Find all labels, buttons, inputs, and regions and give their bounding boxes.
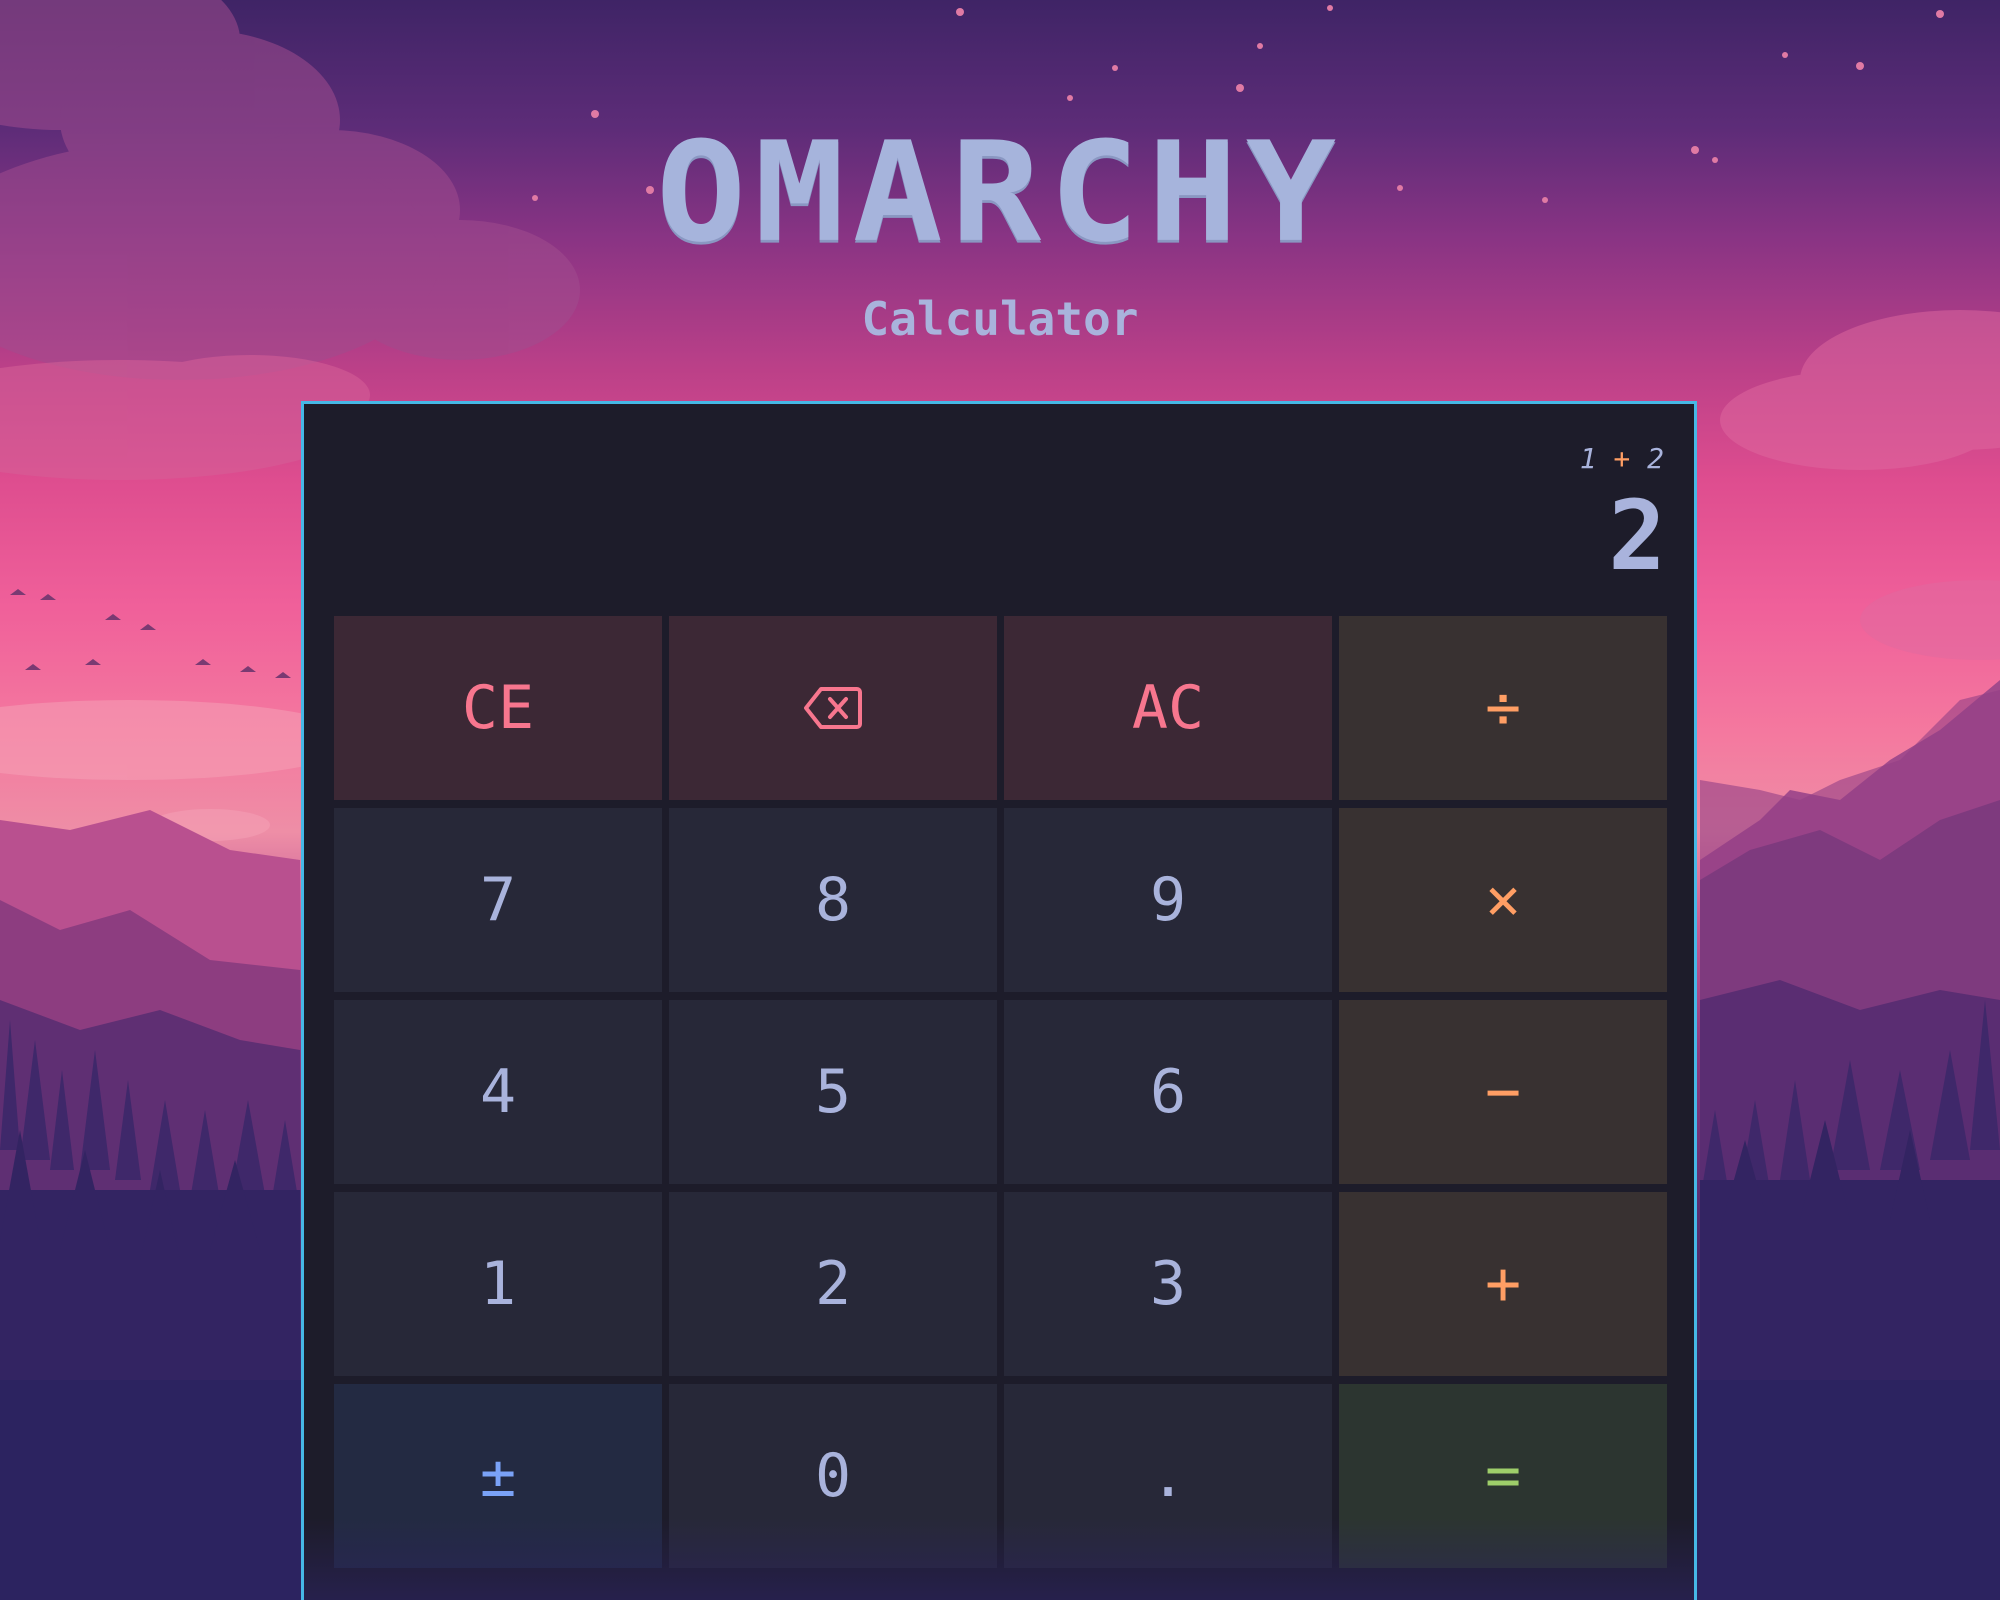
all-clear-button[interactable]: AC	[1004, 616, 1332, 800]
expression-right-operand: 2	[1647, 442, 1664, 475]
key-label: 8	[814, 865, 852, 935]
clear-entry-button[interactable]: CE	[334, 616, 662, 800]
calculator-display: 1 + 2 2	[304, 404, 1694, 614]
expression-left-operand: 1	[1579, 442, 1597, 475]
backspace-icon	[803, 685, 863, 731]
app-subtitle: Calculator	[861, 292, 1139, 346]
digit-2-button[interactable]: 2	[669, 1192, 997, 1376]
key-label: CE	[461, 673, 535, 743]
divide-button[interactable]: ÷	[1339, 616, 1667, 800]
toggle-sign-button[interactable]: ±	[334, 1384, 662, 1568]
digit-5-button[interactable]: 5	[669, 1000, 997, 1184]
key-label: AC	[1131, 673, 1205, 743]
key-label: 7	[479, 865, 517, 935]
key-label: ÷	[1484, 673, 1522, 743]
key-label: +	[1484, 1249, 1522, 1319]
digit-3-button[interactable]: 3	[1004, 1192, 1332, 1376]
add-button[interactable]: +	[1339, 1192, 1667, 1376]
keypad: CE AC ÷ 7 8 9 × 4 5 6 − 1 2 3 + ±0. =	[334, 616, 1668, 1568]
key-label: ±	[479, 1441, 517, 1511]
digit-4-button[interactable]: 4	[334, 1000, 662, 1184]
multiply-button[interactable]: ×	[1339, 808, 1667, 992]
key-label: 6	[1149, 1057, 1187, 1127]
digit-0-button[interactable]: 0	[669, 1384, 997, 1568]
decimal-button[interactable]: .	[1004, 1384, 1332, 1568]
digit-9-button[interactable]: 9	[1004, 808, 1332, 992]
equals-button[interactable]: =	[1339, 1384, 1667, 1568]
key-label: 0	[814, 1441, 852, 1511]
expression-operator: +	[1613, 442, 1631, 475]
key-label: 2	[814, 1249, 852, 1319]
digit-6-button[interactable]: 6	[1004, 1000, 1332, 1184]
desktop-background: OMARCHY Calculator 1 + 2 2 CE AC ÷ 7 8 9 × 4 5 6 −…	[0, 0, 2000, 1600]
key-label: =	[1484, 1441, 1522, 1511]
key-label: .	[1149, 1441, 1187, 1511]
key-label: 3	[1149, 1249, 1187, 1319]
digit-8-button[interactable]: 8	[669, 808, 997, 992]
digit-1-button[interactable]: 1	[334, 1192, 662, 1376]
backspace-button[interactable]	[669, 616, 997, 800]
calculator-window: 1 + 2 2 CE AC ÷ 7 8 9 × 4 5 6−1 2 3 + ±0. =	[301, 401, 1697, 1600]
key-label: 1	[479, 1249, 517, 1319]
result-display: 2	[1608, 480, 1666, 592]
expression-display: 1 + 2	[1580, 442, 1664, 475]
digit-7-button[interactable]: 7	[334, 808, 662, 992]
app-logo: OMARCHY	[655, 112, 1345, 274]
key-label: 4	[479, 1057, 517, 1127]
key-label: −	[1484, 1057, 1522, 1127]
subtract-button[interactable]: −	[1339, 1000, 1667, 1184]
key-label: 5	[814, 1057, 852, 1127]
key-label: ×	[1484, 865, 1522, 935]
key-label: 9	[1149, 865, 1187, 935]
